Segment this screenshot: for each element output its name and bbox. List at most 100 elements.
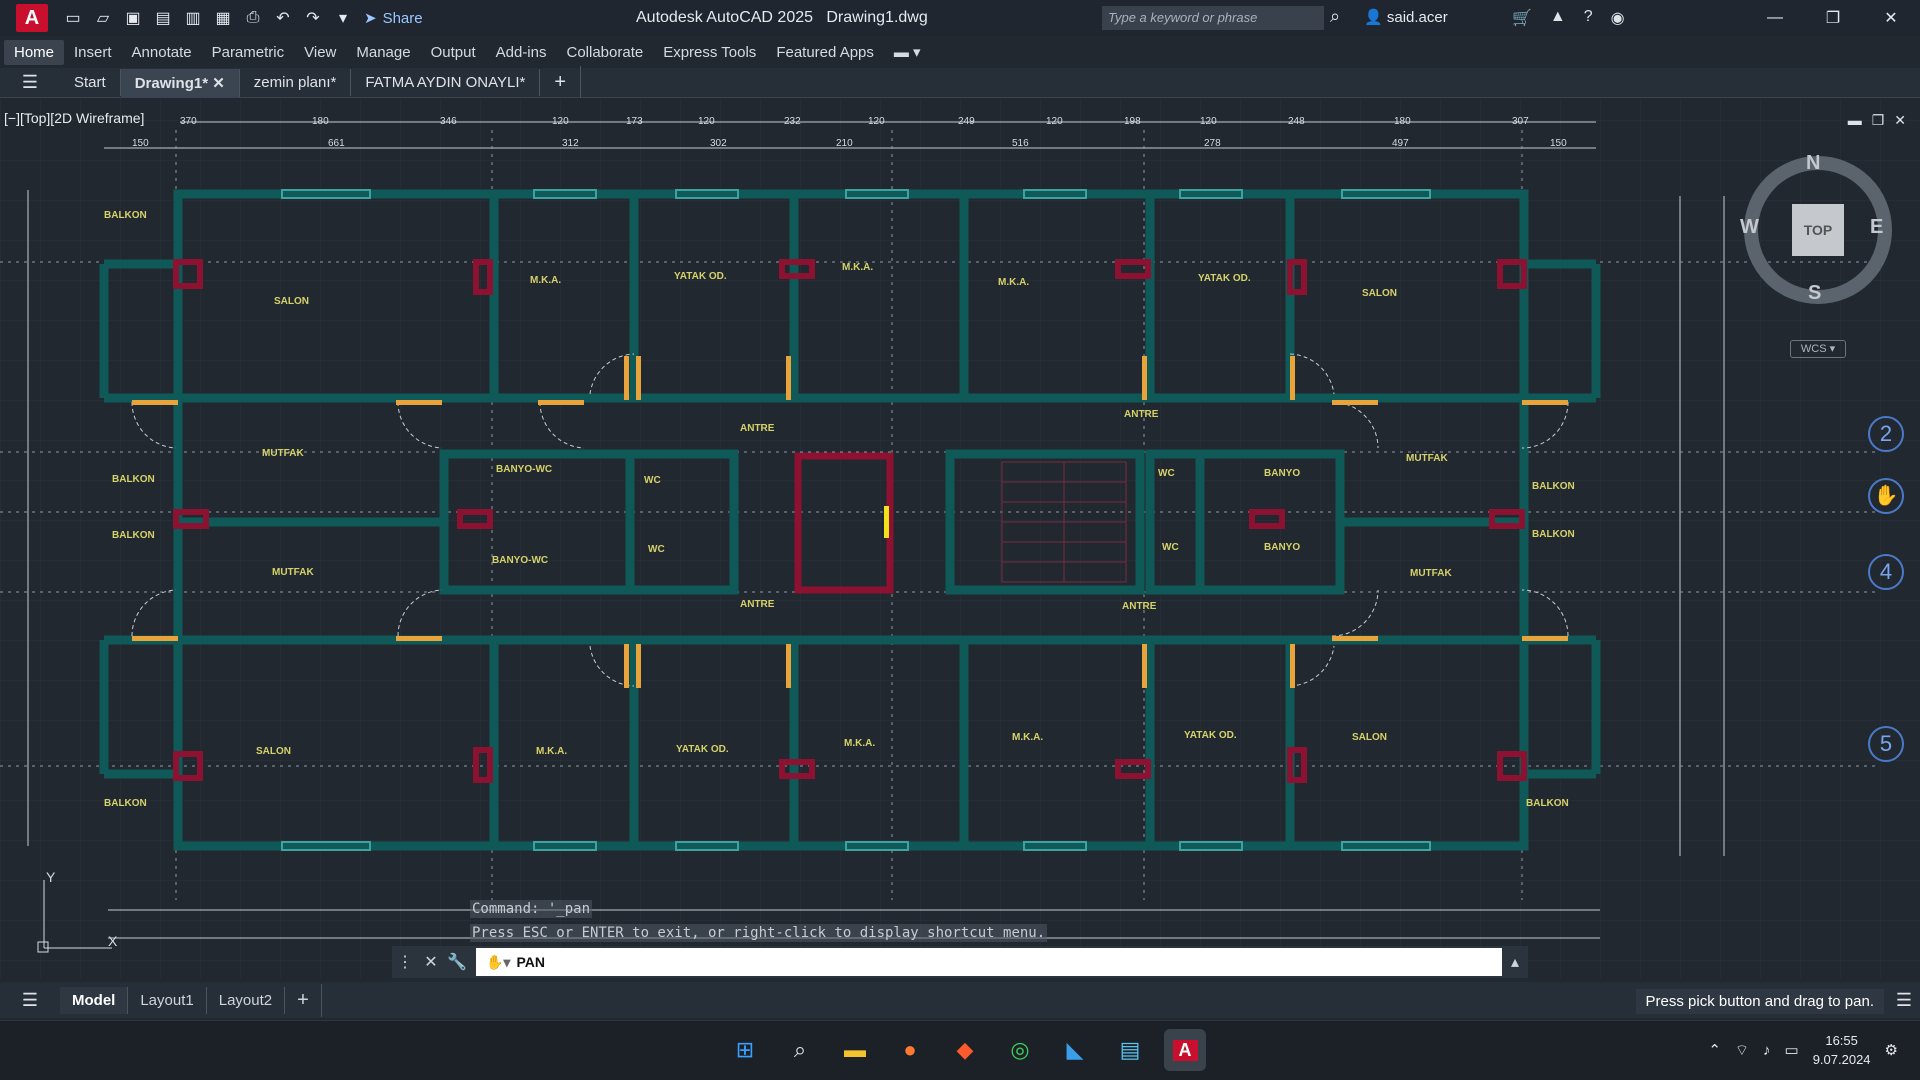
- doc-tab-start[interactable]: Start: [60, 69, 121, 96]
- brave-icon[interactable]: ◆: [944, 1029, 986, 1071]
- restore-icon[interactable]: ❐: [1804, 0, 1862, 36]
- taskbar: ⊞ ⌕ ▬ ● ◆ ◎ ◣ ▤ A ⌃ ⌔ ♪ ▭ 16:55 9.07.202…: [0, 1020, 1920, 1080]
- viewport-restore-icon[interactable]: ❐: [1872, 112, 1885, 129]
- layout-tab-model[interactable]: Model: [60, 986, 129, 1014]
- dim-text: 120: [698, 116, 715, 127]
- feedback-icon[interactable]: ◉: [1611, 8, 1625, 28]
- viewcube-north[interactable]: N: [1806, 152, 1820, 175]
- room-label: YATAK OD.: [674, 271, 727, 282]
- windows-start-icon[interactable]: ⊞: [724, 1029, 766, 1071]
- firefox-icon[interactable]: ●: [889, 1029, 931, 1071]
- drawing-canvas[interactable]: 370 180 346 120 173 120 232 120 249 120 …: [0, 98, 1920, 978]
- tab-annotate[interactable]: Annotate: [122, 40, 202, 65]
- viewcube-west[interactable]: W: [1740, 216, 1759, 239]
- add-layout-icon[interactable]: +: [285, 983, 322, 1017]
- autocad-taskbar-icon[interactable]: A: [1164, 1029, 1206, 1071]
- status-menu-icon[interactable]: ☰: [1896, 990, 1912, 1011]
- status-message: Press pick button and drag to pan.: [1635, 989, 1884, 1014]
- volume-icon[interactable]: ♪: [1763, 1042, 1771, 1059]
- room-label: BANYO: [1264, 468, 1300, 479]
- save-as-icon[interactable]: ▤: [152, 7, 174, 29]
- viewcube-east[interactable]: E: [1870, 216, 1883, 239]
- battery-icon[interactable]: ▭: [1785, 1041, 1799, 1059]
- tray-overflow-icon[interactable]: ⌃: [1708, 1041, 1721, 1059]
- viewcube-top[interactable]: TOP: [1792, 204, 1844, 256]
- doc-tab-fatma[interactable]: FATMA AYDIN ONAYLI*: [351, 69, 541, 96]
- viewcube-south[interactable]: S: [1808, 282, 1821, 305]
- command-input[interactable]: ✋▾ PAN: [476, 948, 1502, 976]
- customize-dropdown-icon[interactable]: ▾: [332, 7, 354, 29]
- floor-plan-drawing: 370 180 346 120 173 120 232 120 249 120 …: [0, 98, 1920, 978]
- plot-icon[interactable]: ⎙: [242, 7, 264, 29]
- viewport-window-controls: ▬ ❐ ✕: [1848, 112, 1906, 129]
- close-icon[interactable]: ✕: [1862, 0, 1920, 36]
- autodesk-app-icon[interactable]: ▲: [1550, 8, 1566, 28]
- viewport-close-icon[interactable]: ✕: [1894, 112, 1906, 129]
- vscode-icon[interactable]: ◣: [1054, 1029, 1096, 1071]
- room-label: ANTRE: [1122, 601, 1157, 612]
- user-icon: 👤: [1364, 9, 1383, 26]
- clock[interactable]: 16:55 9.07.2024: [1813, 1031, 1871, 1069]
- tab-featured-apps[interactable]: Featured Apps: [766, 40, 884, 65]
- room-label: MUTFAK: [272, 567, 314, 578]
- system-tray: ⌃ ⌔ ♪ ▭ 16:55 9.07.2024 ⚙: [1708, 1031, 1898, 1069]
- customize-wrench-icon[interactable]: 🔧: [444, 952, 470, 972]
- undo-icon[interactable]: ↶: [272, 7, 294, 29]
- viewport-minimize-icon[interactable]: ▬: [1848, 112, 1862, 129]
- app-menu-button[interactable]: A: [16, 4, 48, 32]
- window-controls: — ❐ ✕: [1746, 0, 1920, 36]
- viewcube[interactable]: TOP N S W E: [1740, 152, 1892, 305]
- tab-insert[interactable]: Insert: [64, 40, 122, 65]
- store-cart-icon[interactable]: 🛒: [1512, 8, 1532, 28]
- file-explorer-icon[interactable]: ▬: [834, 1029, 876, 1071]
- wcs-menu[interactable]: WCS ▾: [1790, 340, 1846, 358]
- viewport-controls-label[interactable]: [−][Top][2D Wireframe]: [4, 110, 144, 126]
- doc-tab-zemin[interactable]: zemin planı*: [240, 69, 352, 96]
- new-tab-icon[interactable]: +: [540, 66, 582, 99]
- close-tab-icon[interactable]: ✕: [212, 75, 225, 92]
- tab-parametric[interactable]: Parametric: [202, 40, 295, 65]
- taskbar-search-icon[interactable]: ⌕: [779, 1029, 821, 1071]
- close-command-icon[interactable]: ✕: [418, 952, 444, 972]
- help-icon[interactable]: ?: [1584, 8, 1593, 28]
- room-label: BANYO: [1264, 542, 1300, 553]
- doc-tab-drawing1[interactable]: Drawing1* ✕: [120, 68, 240, 97]
- user-account[interactable]: 👤 said.acer: [1364, 8, 1448, 26]
- whatsapp-icon[interactable]: ◎: [999, 1029, 1041, 1071]
- dim-text: 198: [1124, 116, 1141, 127]
- menu-icon[interactable]: ☰: [0, 72, 60, 93]
- tab-add-ins[interactable]: Add-ins: [486, 40, 557, 65]
- room-label: SALON: [274, 296, 309, 307]
- layout-menu-icon[interactable]: ☰: [0, 990, 60, 1011]
- dim-text: 150: [1550, 138, 1567, 149]
- wifi-icon[interactable]: ⌔: [1735, 1041, 1749, 1060]
- tab-manage[interactable]: Manage: [346, 40, 420, 65]
- notepad-icon[interactable]: ▤: [1109, 1029, 1151, 1071]
- tab-output[interactable]: Output: [421, 40, 486, 65]
- redo-icon[interactable]: ↷: [302, 7, 324, 29]
- share-icon: ➤: [364, 10, 377, 27]
- layout-tab-layout1[interactable]: Layout1: [128, 986, 207, 1014]
- minimize-icon[interactable]: —: [1746, 0, 1804, 36]
- room-label: MUTFAK: [1406, 453, 1448, 464]
- save-to-web-icon[interactable]: ▦: [212, 7, 234, 29]
- quick-access-toolbar: ▭ ▱ ▣ ▤ ▥ ▦ ⎙ ↶ ↷ ▾: [62, 7, 354, 29]
- tab-express-tools[interactable]: Express Tools: [653, 40, 766, 65]
- room-label: WC: [1162, 542, 1179, 553]
- search-icon[interactable]: ⌕: [1330, 6, 1340, 27]
- tab-collaborate[interactable]: Collaborate: [556, 40, 653, 65]
- search-input[interactable]: Type a keyword or phrase: [1102, 6, 1324, 30]
- tab-home[interactable]: Home: [4, 39, 65, 65]
- ribbon-toggle-icon[interactable]: ▬ ▾: [884, 39, 931, 65]
- save-icon[interactable]: ▣: [122, 7, 144, 29]
- share-button[interactable]: ➤ Share: [364, 9, 423, 28]
- notification-icon[interactable]: ⚙: [1885, 1041, 1898, 1059]
- tab-view[interactable]: View: [294, 40, 346, 65]
- command-history-dropdown-icon[interactable]: ▴: [1502, 952, 1528, 972]
- open-folder-icon[interactable]: ▱: [92, 7, 114, 29]
- layout-tab-layout2[interactable]: Layout2: [207, 986, 286, 1014]
- new-file-icon[interactable]: ▭: [62, 7, 84, 29]
- open-from-web-icon[interactable]: ▥: [182, 7, 204, 29]
- grip-icon[interactable]: ⋮: [392, 952, 418, 972]
- pan-hand-icon[interactable]: ✋: [1868, 478, 1904, 514]
